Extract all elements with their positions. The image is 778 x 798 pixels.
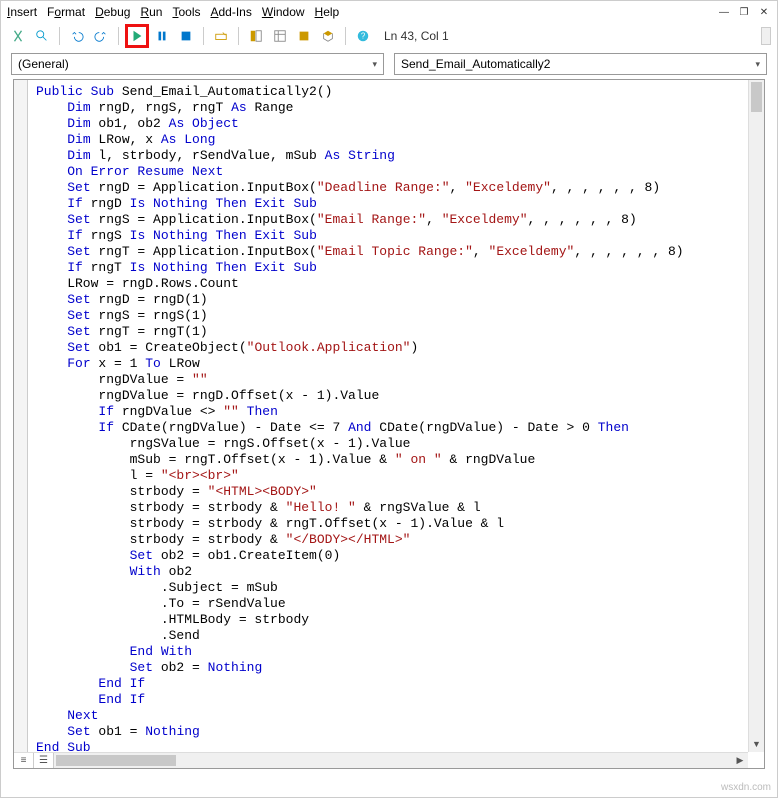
menu-addins[interactable]: Add-Ins bbox=[210, 5, 251, 19]
close-button[interactable]: ✕ bbox=[757, 5, 771, 19]
menu-tools[interactable]: Tools bbox=[172, 5, 200, 19]
svg-text:?: ? bbox=[361, 32, 366, 41]
procedure-dropdown[interactable]: Send_Email_Automatically2 ▾ bbox=[394, 53, 767, 75]
vertical-scrollbar[interactable]: ▲ ▼ bbox=[748, 80, 764, 752]
design-mode-icon[interactable] bbox=[210, 25, 232, 47]
project-explorer-icon[interactable] bbox=[245, 25, 267, 47]
cursor-position: Ln 43, Col 1 bbox=[384, 29, 449, 43]
menu-debug[interactable]: Debug bbox=[95, 5, 130, 19]
toolbar-overflow[interactable] bbox=[761, 27, 771, 45]
menu-help[interactable]: Help bbox=[315, 5, 340, 19]
full-module-view-button[interactable]: ☰ bbox=[34, 753, 54, 768]
code-navigation-bar: (General) ▾ Send_Email_Automatically2 ▾ bbox=[1, 49, 777, 79]
object-browser-icon[interactable] bbox=[293, 25, 315, 47]
run-button[interactable] bbox=[128, 27, 146, 45]
minimize-button[interactable]: — bbox=[717, 5, 731, 19]
scroll-down-arrow[interactable]: ▼ bbox=[749, 736, 764, 752]
scroll-right-arrow[interactable]: ▶ bbox=[732, 753, 748, 768]
pause-button[interactable] bbox=[151, 25, 173, 47]
cut-icon[interactable] bbox=[7, 25, 29, 47]
horizontal-scrollbar[interactable]: ◀ ▶ bbox=[54, 752, 748, 768]
undo-icon[interactable] bbox=[66, 25, 88, 47]
chevron-down-icon: ▾ bbox=[755, 59, 760, 70]
menu-format[interactable]: Format bbox=[47, 5, 85, 19]
procedure-dropdown-value: Send_Email_Automatically2 bbox=[401, 57, 550, 71]
view-mode-buttons: ≡ ☰ bbox=[14, 752, 54, 768]
run-button-highlight bbox=[125, 24, 149, 48]
object-dropdown[interactable]: (General) ▾ bbox=[11, 53, 384, 75]
watermark: wsxdn.com bbox=[721, 782, 771, 793]
restore-button[interactable]: ❐ bbox=[737, 5, 751, 19]
toolbar: ? Ln 43, Col 1 bbox=[1, 23, 777, 49]
margin-indicator-bar bbox=[14, 80, 28, 752]
code-editor[interactable]: Public Sub Send_Email_Automatically2() D… bbox=[13, 79, 765, 769]
scroll-thumb-v[interactable] bbox=[751, 82, 762, 112]
find-icon[interactable] bbox=[31, 25, 53, 47]
procedure-view-button[interactable]: ≡ bbox=[14, 753, 34, 768]
stop-button[interactable] bbox=[175, 25, 197, 47]
redo-icon[interactable] bbox=[90, 25, 112, 47]
code-text[interactable]: Public Sub Send_Email_Automatically2() D… bbox=[36, 84, 740, 752]
menu-bar: Insert Format Debug Run Tools Add-Ins Wi… bbox=[1, 1, 777, 23]
menu-run[interactable]: Run bbox=[140, 5, 162, 19]
help-icon[interactable]: ? bbox=[352, 25, 374, 47]
scroll-thumb-h[interactable] bbox=[56, 755, 176, 766]
menu-insert[interactable]: Insert bbox=[7, 5, 37, 19]
object-dropdown-value: (General) bbox=[18, 57, 69, 71]
chevron-down-icon: ▾ bbox=[372, 59, 377, 70]
toolbox-icon[interactable] bbox=[317, 25, 339, 47]
properties-icon[interactable] bbox=[269, 25, 291, 47]
menu-window[interactable]: Window bbox=[262, 5, 305, 19]
